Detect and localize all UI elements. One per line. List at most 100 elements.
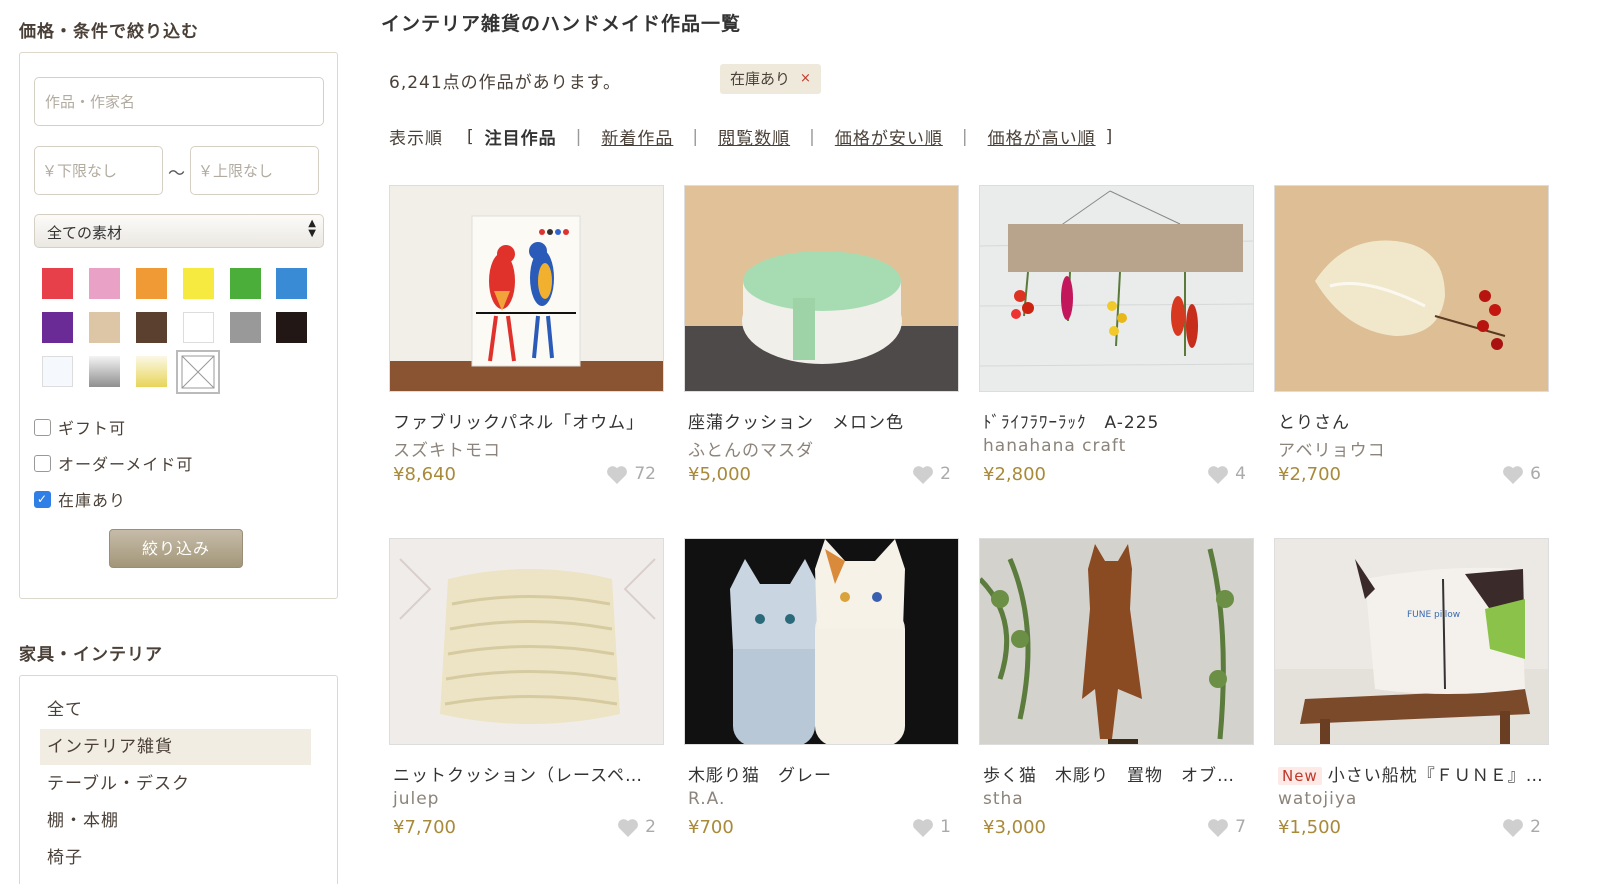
favorite-button[interactable]: 1	[912, 817, 951, 837]
product-image-knit-cushion[interactable]	[389, 538, 664, 745]
sort-option-views[interactable]: 閲覧数順	[718, 124, 790, 149]
product-title[interactable]: 木彫り猫 グレー	[684, 761, 959, 785]
price-min-input[interactable]	[34, 146, 163, 195]
product-title-text: 小さい船枕『ＦＵＮＥ』…	[1327, 766, 1544, 785]
product-image-dried-flower-rack[interactable]	[979, 185, 1254, 392]
product-price: ¥8,640	[393, 464, 456, 485]
checkbox-checked-icon[interactable]: ✓	[34, 490, 51, 508]
product-artist[interactable]: ふとんのマスダ	[684, 436, 959, 461]
color-swatch[interactable]	[89, 268, 120, 299]
sort-bar: 表示順 [ 注目作品 | 新着作品 | 閲覧数順 | 価格が安い順 | 価格が高…	[389, 124, 1123, 150]
product-artist[interactable]: watojiya	[1274, 789, 1549, 813]
product-price: ¥5,000	[688, 464, 751, 485]
sort-option-newest[interactable]: 新着作品	[601, 124, 673, 149]
product-card[interactable]: 歩く猫 木彫り 置物 オブ… stha ¥3,000 7	[979, 538, 1254, 841]
favorite-button[interactable]: 7	[1207, 817, 1246, 837]
color-swatch[interactable]	[183, 268, 214, 299]
filter-panel: 〜 全ての素材 ▲▼ ギフト可 オーダーメイド可 ✓ 在庫あり 絞り込み	[19, 52, 338, 599]
sort-separator: |	[809, 126, 816, 147]
favorite-button[interactable]: 4	[1207, 464, 1246, 484]
color-swatch[interactable]	[136, 268, 167, 299]
color-swatch[interactable]	[276, 312, 307, 343]
price-max-input[interactable]	[190, 146, 319, 195]
sort-option-price-low[interactable]: 価格が安い順	[835, 124, 943, 149]
sort-bracket-close: ]	[1105, 126, 1114, 147]
color-swatch[interactable]	[89, 356, 120, 387]
product-artist[interactable]: stha	[979, 789, 1254, 813]
search-input[interactable]	[34, 77, 324, 126]
checkbox-in-stock-label: 在庫あり	[58, 491, 127, 510]
product-card[interactable]: 木彫り猫 グレー R.A. ¥700 1	[684, 538, 959, 841]
product-image-parrot-panel[interactable]	[389, 185, 664, 392]
favorite-button[interactable]: 6	[1502, 464, 1541, 484]
product-title[interactable]: 座蒲クッション メロン色	[684, 408, 959, 432]
color-swatch[interactable]	[176, 350, 220, 394]
sort-option-price-high[interactable]: 価格が高い順	[988, 124, 1096, 149]
favorite-count: 72	[634, 464, 656, 484]
filter-submit-button[interactable]: 絞り込み	[109, 529, 243, 568]
product-title[interactable]: 歩く猫 木彫り 置物 オブ…	[979, 761, 1254, 785]
product-title[interactable]: ﾄﾞﾗｲﾌﾗﾜｰﾗｯｸ A-225	[979, 408, 1254, 432]
category-item-chair[interactable]: 椅子	[40, 840, 311, 876]
product-price: ¥1,500	[1278, 817, 1341, 838]
checkbox-gift[interactable]: ギフト可	[34, 415, 126, 439]
color-swatch[interactable]	[42, 312, 73, 343]
color-swatch[interactable]	[89, 312, 120, 343]
favorite-button[interactable]: 72	[606, 464, 656, 484]
color-swatch[interactable]	[276, 268, 307, 299]
product-artist[interactable]: スズキトモコ	[389, 436, 664, 461]
product-image-cushion[interactable]	[684, 185, 959, 392]
pillow-print: FUNE pillow	[1407, 610, 1460, 620]
checkbox-icon[interactable]	[34, 418, 51, 436]
sort-bracket-open: [	[467, 126, 475, 147]
filter-heading: 価格・条件で絞り込む	[19, 22, 199, 42]
active-filter-tag[interactable]: 在庫あり ×	[720, 64, 821, 94]
favorite-button[interactable]: 2	[1502, 817, 1541, 837]
product-image-walking-cat[interactable]	[979, 538, 1254, 745]
new-badge: New	[1278, 767, 1322, 785]
material-select[interactable]: 全ての素材 ▲ ▼	[34, 214, 324, 248]
heart-icon	[1503, 818, 1524, 837]
color-swatch[interactable]	[42, 268, 73, 299]
sort-current: 注目作品	[484, 129, 557, 149]
product-image-boat-pillow[interactable]: FUNE pillow	[1274, 538, 1549, 745]
color-swatch[interactable]	[136, 356, 167, 387]
color-swatch[interactable]	[136, 312, 167, 343]
category-item-shelf[interactable]: 棚・本棚	[40, 803, 311, 839]
product-price: ¥700	[688, 817, 734, 838]
product-card[interactable]: ファブリックパネル「オウム」 スズキトモコ ¥8,640 72	[389, 185, 664, 488]
product-image-glass-bird[interactable]	[1274, 185, 1549, 392]
category-item-table-desk[interactable]: テーブル・デスク	[40, 766, 311, 802]
product-card[interactable]: ニットクッション（レースペ… julep ¥7,700 2	[389, 538, 664, 841]
product-title[interactable]: ファブリックパネル「オウム」	[389, 408, 664, 432]
product-title[interactable]: New 小さい船枕『ＦＵＮＥ』…	[1274, 761, 1549, 785]
color-swatch[interactable]	[42, 356, 73, 387]
product-artist[interactable]: R.A.	[684, 789, 959, 813]
product-title[interactable]: とりさん	[1274, 408, 1549, 432]
product-title[interactable]: ニットクッション（レースペ…	[389, 761, 664, 785]
product-artist[interactable]: アベリョウコ	[1274, 436, 1549, 461]
product-card[interactable]: ﾄﾞﾗｲﾌﾗﾜｰﾗｯｸ A-225 hanahana craft ¥2,800 …	[979, 185, 1254, 488]
product-card[interactable]: とりさん アベリョウコ ¥2,700 6	[1274, 185, 1549, 488]
category-item-all[interactable]: 全て	[40, 692, 311, 728]
favorite-count: 2	[940, 464, 951, 484]
product-artist[interactable]: julep	[389, 789, 664, 813]
checkbox-in-stock[interactable]: ✓ 在庫あり	[34, 487, 126, 511]
price-separator: 〜	[168, 164, 185, 184]
favorite-button[interactable]: 2	[617, 817, 656, 837]
close-icon[interactable]: ×	[800, 64, 811, 94]
product-card[interactable]: FUNE pillow New 小さい船枕『ＦＵＮＥ』… watojiya ¥1,…	[1274, 538, 1549, 841]
product-artist[interactable]: hanahana craft	[979, 436, 1254, 460]
favorite-count: 1	[940, 817, 951, 837]
checkbox-order-made[interactable]: オーダーメイド可	[34, 451, 193, 475]
favorite-button[interactable]: 2	[912, 464, 951, 484]
sort-separator: |	[692, 126, 700, 147]
color-swatch[interactable]	[230, 312, 261, 343]
checkbox-icon[interactable]	[34, 454, 51, 472]
color-swatch[interactable]	[183, 312, 214, 343]
favorite-count: 2	[645, 817, 656, 837]
product-card[interactable]: 座蒲クッション メロン色 ふとんのマスダ ¥5,000 2	[684, 185, 959, 488]
color-swatch[interactable]	[230, 268, 261, 299]
product-image-wooden-cats[interactable]	[684, 538, 959, 745]
category-item-interior-goods[interactable]: インテリア雑貨	[40, 729, 311, 765]
